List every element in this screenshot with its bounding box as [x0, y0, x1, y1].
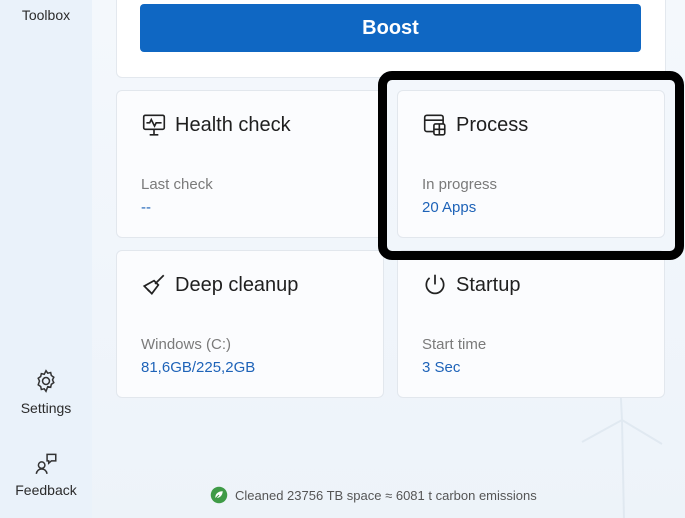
process-tile[interactable]: Process In progress 20 Apps [397, 90, 665, 238]
wind-turbine-background [581, 380, 663, 518]
feedback-icon [35, 453, 57, 475]
tile-label: Start time [422, 336, 487, 353]
process-window-icon [423, 114, 446, 136]
sidebar-item-toolbox[interactable]: Toolbox [0, 7, 92, 23]
health-monitor-icon [142, 114, 166, 136]
tile-header: Health check [141, 111, 291, 139]
deep-cleanup-tile[interactable]: Deep cleanup Windows (C:) 81,6GB/225,2GB [116, 250, 384, 398]
tile-value: 3 Sec [422, 359, 461, 376]
tile-label: Windows (C:) [141, 336, 232, 353]
tile-value: 81,6GB/225,2GB [141, 359, 256, 376]
boost-button[interactable]: Boost [140, 4, 641, 52]
tile-header: Startup [422, 271, 520, 299]
tile-header: Process [422, 111, 528, 139]
eco-leaf-icon [210, 486, 228, 504]
sidebar-item-label: Toolbox [21, 7, 71, 23]
tile-title: Startup [456, 273, 521, 296]
broom-icon [142, 274, 165, 295]
main-panel: Boost Health check Last check -- Process… [92, 0, 685, 518]
sidebar: Toolbox Settings Feedback [0, 0, 92, 518]
sidebar-item-settings[interactable]: Settings [0, 368, 92, 416]
tile-title: Deep cleanup [175, 273, 299, 296]
tile-title: Health check [175, 113, 291, 136]
carbon-savings-status: Cleaned 23756 TB space ≈ 6081 t carbon e… [210, 486, 537, 504]
tile-label: In progress [422, 176, 498, 193]
gear-icon [37, 369, 55, 393]
tile-title: Process [456, 113, 529, 136]
app-window: Toolbox Settings Feedback Boost Health c… [0, 0, 685, 518]
tile-label: Last check [141, 176, 213, 193]
sidebar-item-label: Feedback [15, 482, 77, 498]
startup-tile[interactable]: Startup Start time 3 Sec [397, 250, 665, 398]
power-icon [425, 274, 445, 295]
tile-value: -- [141, 199, 151, 216]
status-text: Cleaned 23756 TB space ≈ 6081 t carbon e… [235, 487, 537, 503]
sidebar-item-feedback[interactable]: Feedback [0, 450, 92, 498]
sidebar-item-label: Settings [20, 400, 72, 416]
health-check-tile[interactable]: Health check Last check -- [116, 90, 384, 238]
tile-value: 20 Apps [422, 199, 477, 216]
tile-header: Deep cleanup [141, 271, 298, 299]
